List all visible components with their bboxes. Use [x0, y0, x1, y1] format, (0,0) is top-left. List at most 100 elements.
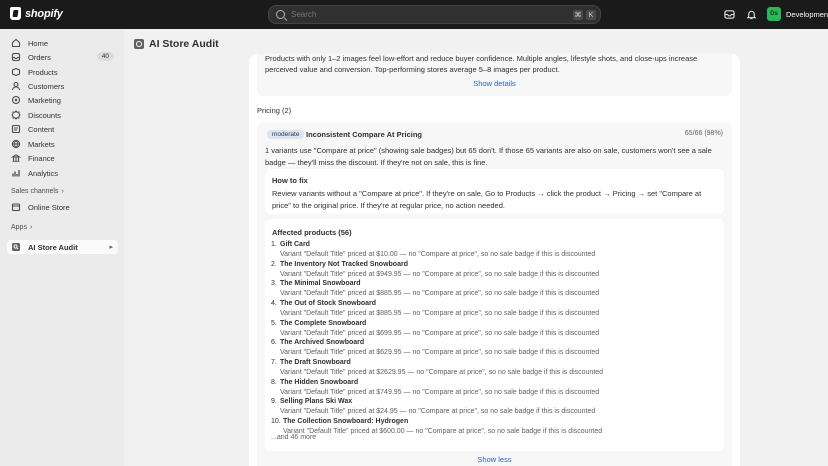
- product-detail: Variant "Default Title" priced at $885.9…: [280, 290, 600, 297]
- list-item-number: 1.: [271, 241, 277, 248]
- sidebar-item-label: Markets: [28, 139, 55, 149]
- inbox-icon[interactable]: [724, 9, 735, 20]
- list-item: 3. The Minimal Snowboard Variant "Defaul…: [271, 280, 711, 300]
- search-bar[interactable]: ⌘ K: [268, 5, 601, 24]
- list-item: 4. The Out of Stock Snowboard Variant "D…: [271, 300, 711, 320]
- product-name[interactable]: Gift Card: [280, 241, 310, 248]
- home-icon: [11, 38, 21, 48]
- product-name[interactable]: The Minimal Snowboard: [280, 280, 361, 287]
- product-detail: Variant "Default Title" priced at $10.00…: [280, 251, 596, 258]
- sidebar-item-label: Content: [28, 124, 55, 134]
- list-item-number: 7.: [271, 359, 277, 366]
- list-item-number: 8.: [271, 379, 277, 386]
- bell-icon[interactable]: [746, 9, 757, 20]
- sidebar-item-discounts[interactable]: Discounts: [7, 108, 118, 122]
- list-item: 9. Selling Plans Ski Wax Variant "Defaul…: [271, 398, 711, 418]
- product-name[interactable]: The Collection Snowboard: Hydrogen: [283, 418, 408, 425]
- list-item: 1. Gift Card Variant "Default Title" pri…: [271, 241, 711, 261]
- ai-store-audit-icon: [134, 39, 144, 49]
- sidebar-item-orders[interactable]: Orders 40: [7, 50, 118, 64]
- k-key-hint: K: [586, 10, 596, 20]
- product-name[interactable]: The Hidden Snowboard: [280, 379, 358, 386]
- sales-channels-header[interactable]: Sales channels ›: [11, 188, 64, 195]
- product-name[interactable]: The Draft Snowboard: [280, 359, 351, 366]
- product-detail: Variant "Default Title" priced at $600.0…: [283, 428, 603, 435]
- list-item: 7. The Draft Snowboard Variant "Default …: [271, 359, 711, 379]
- chevron-right-icon: ›: [61, 188, 64, 195]
- sidebar-item-label: Customers: [28, 81, 65, 91]
- list-item-number: 2.: [271, 261, 277, 268]
- top-bar: shopify ⌘ K Ds Development s: [0, 0, 828, 29]
- product-detail: Variant "Default Title" priced at $885.9…: [280, 310, 600, 317]
- audit-card: Products with only 1–2 images feel low-e…: [249, 54, 740, 466]
- list-item: 2. The Inventory Not Tracked Snowboard V…: [271, 261, 711, 281]
- product-name[interactable]: The Archived Snowboard: [280, 339, 364, 346]
- logo-text: shopify: [25, 7, 63, 20]
- store-switcher[interactable]: Ds Development s: [767, 7, 828, 21]
- search-icon: [276, 10, 285, 19]
- sidebar-item-label: Finance: [28, 153, 55, 163]
- sidebar-item-label: Orders: [28, 52, 51, 62]
- sidebar-item-label: Analytics: [28, 168, 59, 178]
- sidebar-item-label: Home: [28, 38, 49, 48]
- search-input[interactable]: [291, 10, 541, 19]
- list-item-number: 9.: [271, 398, 277, 405]
- sidebar-item-customers[interactable]: Customers: [7, 79, 118, 93]
- sales-channels-label: Sales channels: [11, 188, 59, 195]
- sidebar-item-markets[interactable]: Markets: [7, 137, 118, 151]
- list-item: 5. The Complete Snowboard Variant "Defau…: [271, 320, 711, 340]
- sidebar-item-online-store[interactable]: Online Store: [7, 200, 118, 214]
- list-item: 8. The Hidden Snowboard Variant "Default…: [271, 379, 711, 399]
- how-to-fix-title: How to fix: [272, 176, 308, 185]
- product-detail: Variant "Default Title" priced at $629.9…: [280, 349, 600, 356]
- sidebar-item-products[interactable]: Products: [7, 65, 118, 79]
- analytics-icon: [11, 168, 21, 178]
- issue-title: Inconsistent Compare At Pricing: [306, 130, 422, 139]
- customers-icon: [11, 81, 21, 91]
- how-to-fix-box: How to fix Review variants without a "Co…: [265, 169, 724, 214]
- product-name[interactable]: The Out of Stock Snowboard: [280, 300, 376, 307]
- how-to-fix-text: Review variants without a "Compare at pr…: [272, 189, 702, 210]
- product-detail: Variant "Default Title" priced at $2629.…: [280, 369, 604, 376]
- product-name[interactable]: Selling Plans Ski Wax: [280, 398, 352, 405]
- list-item-number: 10.: [271, 418, 281, 425]
- product-name[interactable]: The Inventory Not Tracked Snowboard: [280, 261, 408, 268]
- sidebar-item-label: Marketing: [28, 95, 61, 105]
- product-detail: Variant "Default Title" priced at $949.9…: [280, 271, 600, 278]
- sidebar-item-label: Discounts: [28, 110, 61, 120]
- sidebar-item-home[interactable]: Home: [7, 36, 118, 50]
- page-title: AI Store Audit: [149, 38, 219, 50]
- marketing-icon: [11, 95, 21, 105]
- chevron-right-icon: ›: [29, 224, 33, 231]
- products-icon: [11, 67, 21, 77]
- ai-store-audit-icon: [11, 242, 21, 252]
- sidebar-item-ai-store-audit[interactable]: AI Store Audit ▸: [7, 240, 118, 254]
- product-name[interactable]: The Complete Snowboard: [280, 320, 366, 327]
- more-products-text: ...and 46 more: [271, 434, 317, 441]
- affected-products-box: Affected products (56) 1. Gift Card Vari…: [265, 219, 724, 451]
- list-item-number: 6.: [271, 339, 277, 346]
- affected-products-title: Affected products (56): [272, 228, 352, 237]
- sidebar-item-finance[interactable]: Finance: [7, 151, 118, 165]
- previous-issue-box: Products with only 1–2 images feel low-e…: [257, 54, 732, 96]
- sidebar-item-marketing[interactable]: Marketing: [7, 93, 118, 107]
- show-details-link[interactable]: Show details: [257, 79, 732, 88]
- sidebar-item-analytics[interactable]: Analytics: [7, 166, 118, 180]
- pin-icon[interactable]: ▸: [109, 243, 113, 251]
- discounts-icon: [11, 110, 21, 120]
- apps-label: Apps: [11, 224, 27, 231]
- issue-description: 1 variants use "Compare at price" (showi…: [265, 146, 712, 167]
- sidebar: Home Orders 40 Products Customers Market…: [0, 29, 124, 466]
- sidebar-item-content[interactable]: Content: [7, 122, 118, 136]
- shopify-logo[interactable]: shopify: [10, 7, 63, 20]
- online-store-icon: [11, 202, 21, 212]
- sidebar-item-label: AI Store Audit: [28, 242, 78, 252]
- show-less-link[interactable]: Show less: [257, 455, 732, 464]
- previous-issue-text: Products with only 1–2 images feel low-e…: [265, 54, 698, 74]
- list-item-number: 3.: [271, 280, 277, 287]
- list-item: 6. The Archived Snowboard Variant "Defau…: [271, 339, 711, 359]
- list-item-number: 5.: [271, 320, 277, 327]
- globe-icon: [11, 139, 21, 149]
- pricing-issue: moderate Inconsistent Compare At Pricing…: [257, 122, 732, 466]
- apps-header[interactable]: Apps ›: [11, 224, 32, 231]
